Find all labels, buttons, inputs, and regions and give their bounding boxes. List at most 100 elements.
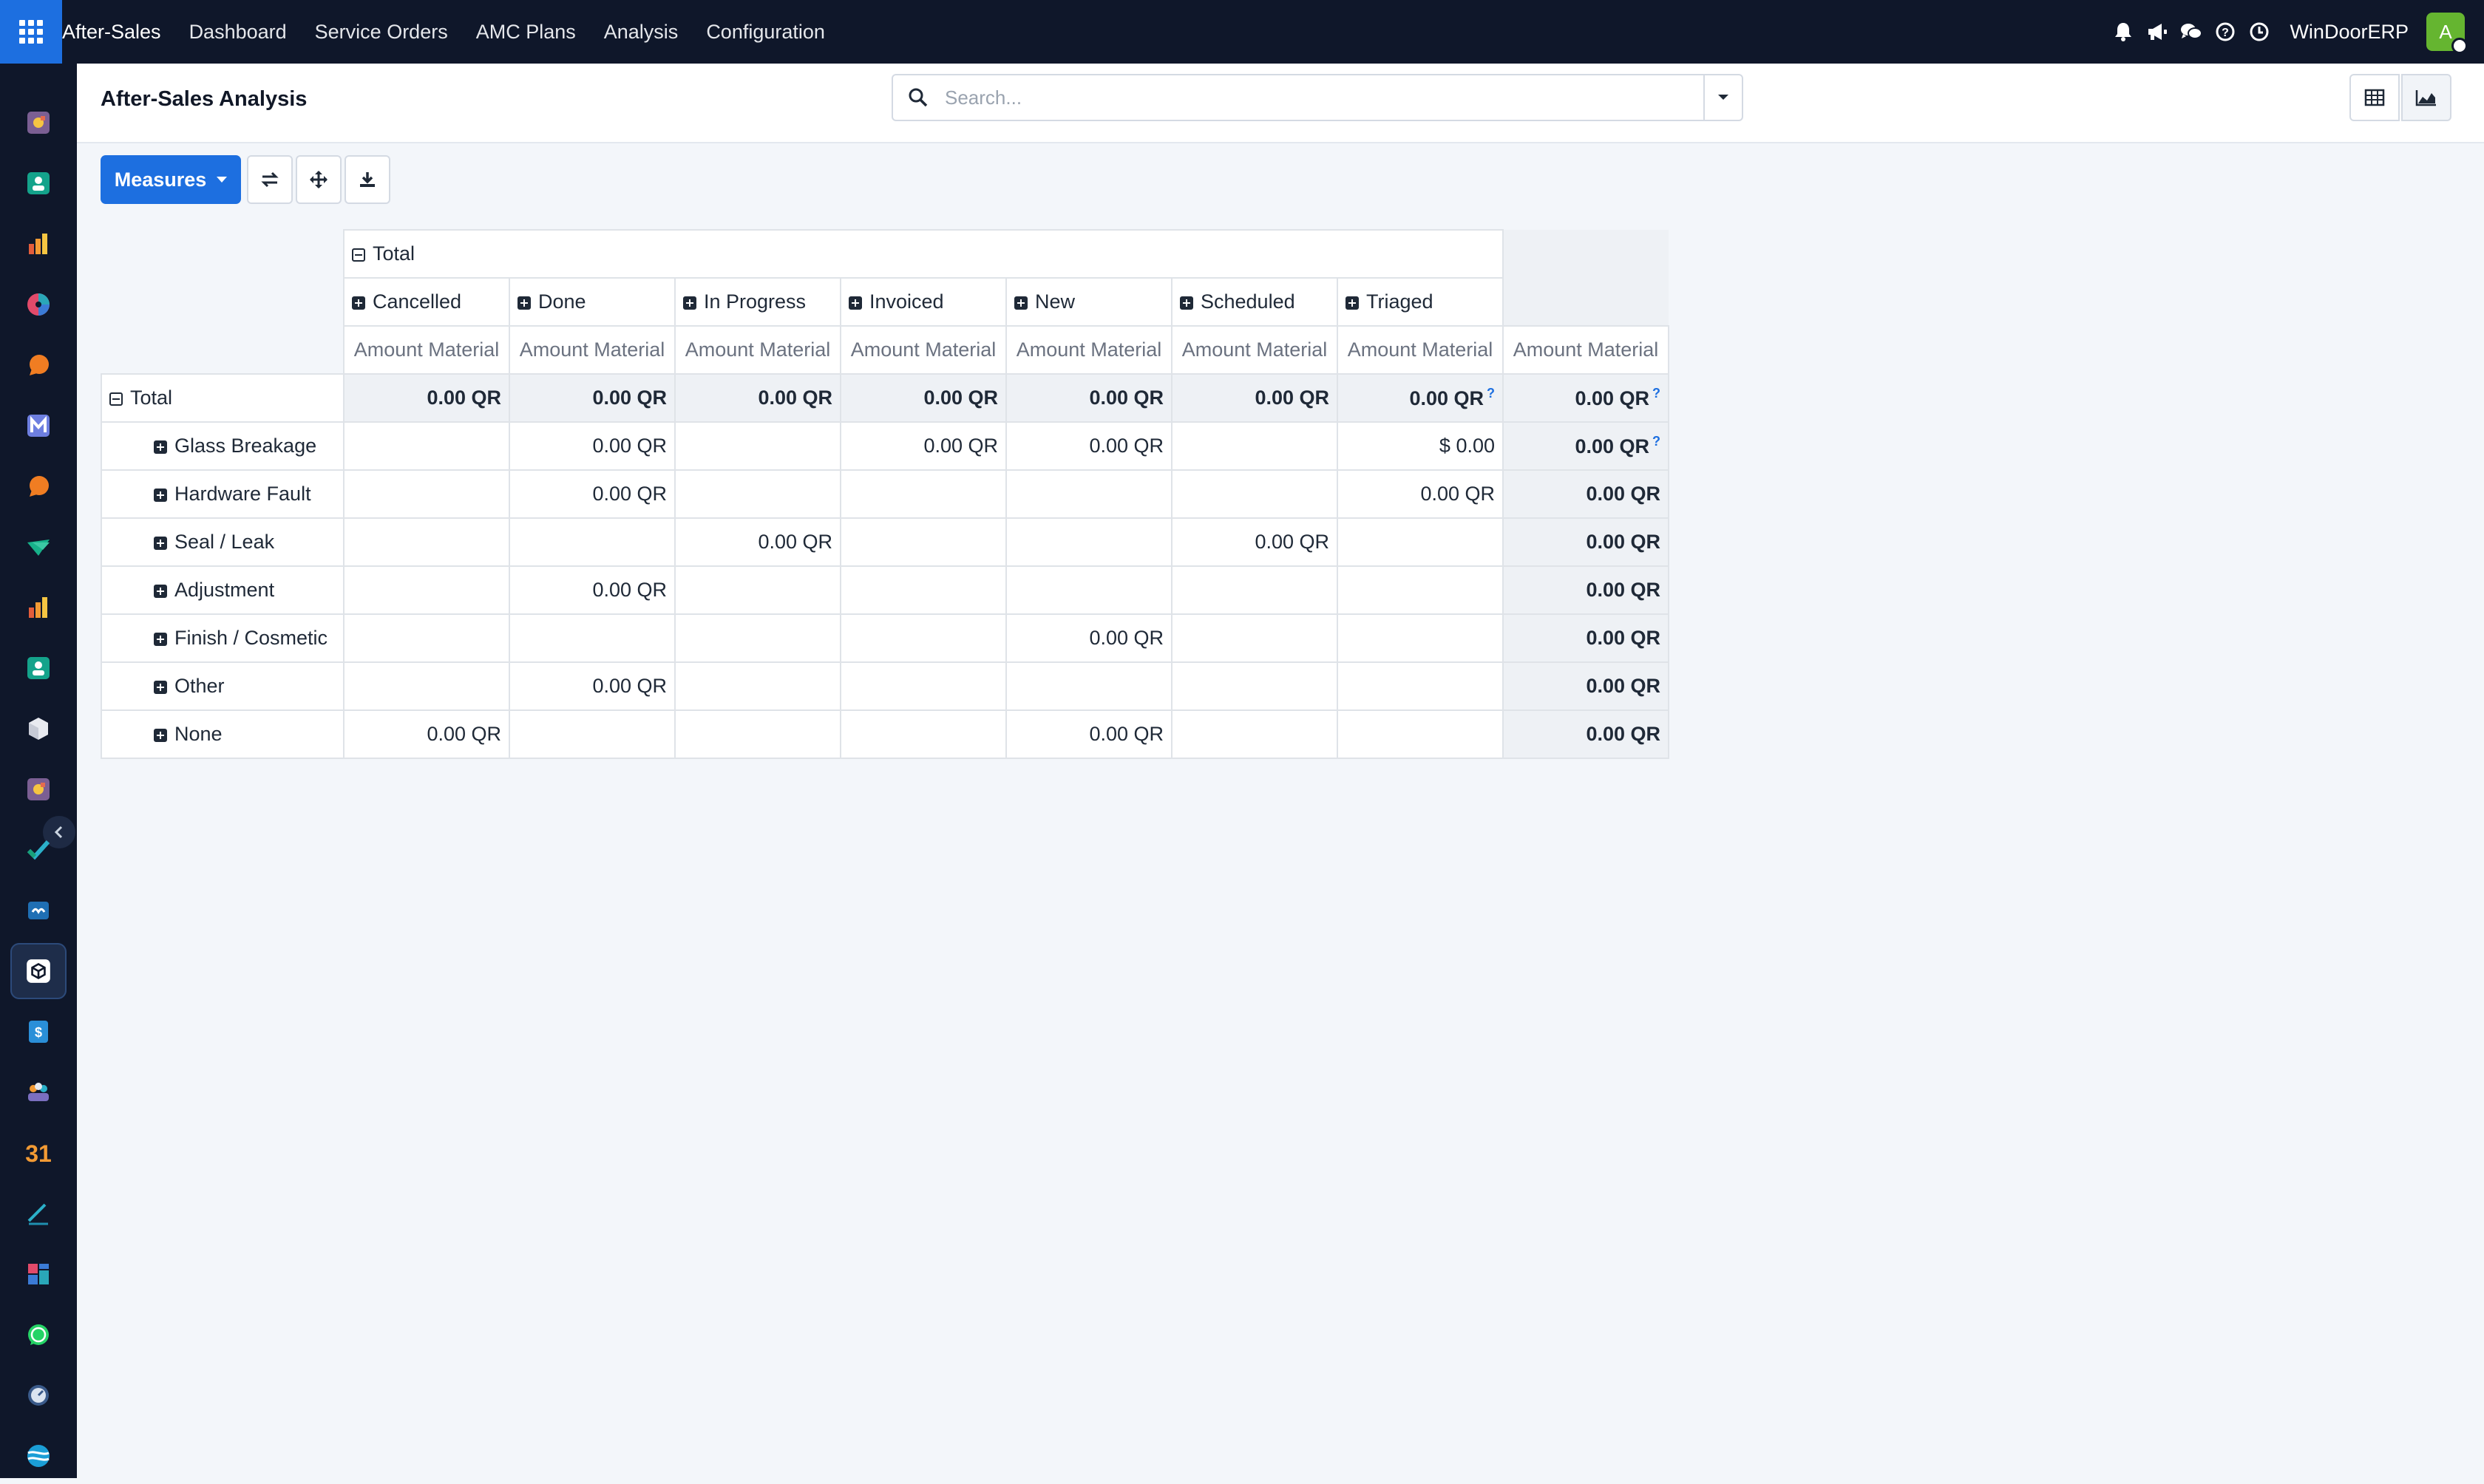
measure-header[interactable]: Amount Material [1005,325,1173,375]
pivot-col-header[interactable]: Scheduled [1171,277,1338,327]
pivot-cell[interactable] [1337,613,1504,663]
measure-header[interactable]: Amount Material [840,325,1007,375]
sidebar-app-crm[interactable] [10,276,67,333]
pivot-cell[interactable]: 0.00 QR [509,469,676,519]
sidebar-app-chat[interactable] [10,337,67,393]
pivot-cell[interactable] [343,469,510,519]
sidebar-app-website[interactable] [10,1428,67,1484]
menu-service-orders[interactable]: Service Orders [315,21,448,44]
menu-analysis[interactable]: Analysis [604,21,679,44]
pivot-row-total-cell[interactable]: 0.00 QR [1502,709,1669,759]
sidebar-app-accounting[interactable]: $ [10,1004,67,1060]
help-icon[interactable]: ? [2208,0,2242,64]
pivot-cell[interactable] [1005,565,1173,615]
sidebar-app-employees[interactable] [10,640,67,696]
pivot-cell[interactable] [1005,469,1173,519]
pivot-cell[interactable]: 0.00 QR [1005,421,1173,471]
pivot-cell[interactable] [1005,517,1173,567]
pivot-cell[interactable] [343,613,510,663]
pivot-col-header[interactable]: Invoiced [840,277,1007,327]
pivot-cell[interactable] [343,661,510,711]
pivot-cell[interactable]: 0.00 QR [674,517,841,567]
measure-header[interactable]: Amount Material [674,325,841,375]
pivot-cell[interactable] [343,565,510,615]
menu-dashboard[interactable]: Dashboard [189,21,287,44]
sidebar-app-dashboards[interactable] [10,1246,67,1302]
pivot-cell[interactable]: 0.00 QR [1005,373,1173,423]
pivot-row-total-cell[interactable]: 0.00 QR [1502,565,1669,615]
megaphone-icon[interactable] [2140,0,2174,64]
pivot-cell[interactable] [1171,661,1338,711]
pivot-header-total[interactable]: Total [343,229,1504,279]
pivot-cell[interactable] [1171,709,1338,759]
pivot-row-header[interactable]: Glass Breakage [101,421,345,471]
graph-view-button[interactable] [2401,74,2451,121]
pivot-row-header[interactable]: Hardware Fault [101,469,345,519]
pivot-cell[interactable]: 0.00 QR [1005,613,1173,663]
search-input[interactable] [943,85,1703,110]
pivot-cell[interactable] [1337,517,1504,567]
pivot-col-header[interactable]: In Progress [674,277,841,327]
pivot-cell[interactable] [674,661,841,711]
pivot-cell[interactable] [1337,661,1504,711]
pivot-cell[interactable] [674,469,841,519]
sidebar-app-whatsapp[interactable] [10,1307,67,1363]
pivot-grand-total-cell[interactable]: 0.00 QR? [1502,373,1669,423]
sidebar-app-reports[interactable] [10,216,67,272]
pivot-cell[interactable] [509,517,676,567]
pivot-cell[interactable]: 0.00 QR [1171,517,1338,567]
pivot-row-header[interactable]: Finish / Cosmetic [101,613,345,663]
pivot-cell[interactable]: 0.00 QR [343,709,510,759]
pivot-cell[interactable] [1171,613,1338,663]
pivot-cell[interactable] [840,709,1007,759]
sidebar-app-discuss-alt[interactable] [10,761,67,817]
sidebar-app-inventory[interactable] [10,701,67,757]
sidebar-app-sign[interactable] [10,1185,67,1242]
pivot-row-total-cell[interactable]: 0.00 QR? [1502,421,1669,471]
sidebar-app-livechat[interactable] [10,458,67,514]
pivot-cell[interactable]: 0.00 QR [674,373,841,423]
pivot-cell[interactable]: 0.00 QR [840,373,1007,423]
pivot-col-header[interactable]: Done [509,277,676,327]
pivot-row-total-cell[interactable]: 0.00 QR [1502,469,1669,519]
pivot-cell[interactable]: 0.00 QR [509,373,676,423]
pivot-cell[interactable] [509,613,676,663]
pivot-row-header[interactable]: Other [101,661,345,711]
pivot-row-total-cell[interactable]: 0.00 QR [1502,661,1669,711]
sidebar-app-todo[interactable] [10,822,67,878]
sidebar-app-analytics[interactable] [10,579,67,636]
menu-configuration[interactable]: Configuration [706,21,825,44]
measure-header[interactable]: Amount Material [343,325,510,375]
company-switcher[interactable]: WinDoorERP [2290,21,2409,44]
pivot-cell[interactable] [1005,661,1173,711]
sidebar-app-team[interactable] [10,1064,67,1120]
pivot-col-header[interactable]: Triaged [1337,277,1504,327]
search-options-toggle[interactable] [1703,75,1742,120]
download-button[interactable] [345,155,390,204]
pivot-cell[interactable] [840,565,1007,615]
sidebar-app-timer[interactable] [10,1367,67,1423]
pivot-cell[interactable] [343,517,510,567]
sidebar-app-project[interactable] [10,519,67,575]
app-name[interactable]: After-Sales [62,21,161,44]
pivot-cell[interactable]: 0.00 QR [1171,373,1338,423]
sidebar-app-contacts[interactable] [10,155,67,211]
pivot-row-total-cell[interactable]: 0.00 QR [1502,613,1669,663]
pivot-cell[interactable]: 0.00 QR [343,373,510,423]
pivot-row-header-total[interactable]: Total [101,373,345,423]
pivot-cell[interactable] [1171,469,1338,519]
pivot-cell[interactable]: 0.00 QR [509,565,676,615]
app-menu-button[interactable] [0,0,62,64]
pivot-row-total-cell[interactable]: 0.00 QR [1502,517,1669,567]
measure-header[interactable]: Amount Material [509,325,676,375]
pivot-cell[interactable] [1337,709,1504,759]
measure-header[interactable]: Amount Material [1337,325,1504,375]
pivot-row-header[interactable]: None [101,709,345,759]
sidebar-app-calendar[interactable]: 31 [10,1125,67,1181]
pivot-view-button[interactable] [2349,74,2400,121]
sidebar-app-mail[interactable] [10,398,67,454]
bell-icon[interactable] [2106,0,2140,64]
pivot-cell[interactable] [674,565,841,615]
pivot-cell[interactable] [674,709,841,759]
pivot-cell[interactable]: 0.00 QR? [1337,373,1504,423]
